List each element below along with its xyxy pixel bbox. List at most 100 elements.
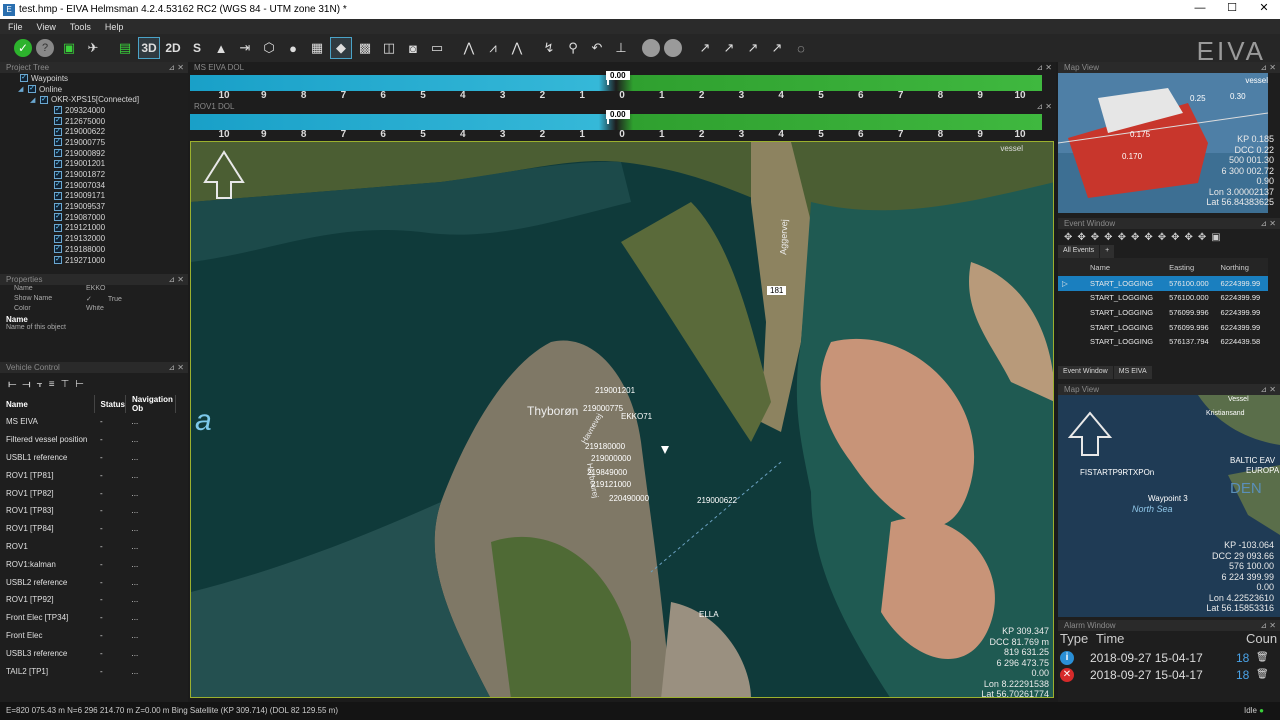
ruler-icon[interactable]: ▭ [426,37,448,59]
checkbox-icon[interactable]: ✓ [54,138,62,147]
col-nav[interactable]: Navigation Ob [125,395,176,413]
maximize-button[interactable]: ☐ [1216,0,1248,19]
checkbox-icon[interactable]: ✓ [54,223,62,232]
vehicle-row[interactable]: ROV1 [TP81] -... [0,466,176,484]
map-target-label[interactable]: EKKO71 [621,412,652,421]
tree-connection[interactable]: ◢ ✓ OKR-XPS15[Connected] [0,94,188,105]
line-tool4-icon[interactable]: ↗ [766,37,788,59]
map-target-label[interactable]: 219180000 [585,442,625,451]
north-up-icon[interactable]: ▲ [210,37,232,59]
tab-ms-eiva[interactable]: MS EIVA [1113,366,1152,379]
stop-icon[interactable] [664,39,682,57]
vehicle-row[interactable]: USBL1 reference -... [0,449,176,467]
camera-icon[interactable]: ◙ [402,37,424,59]
lock-icon[interactable]: ▣ [1211,232,1220,243]
main-map-view[interactable]: vessel Thyborøn Aggervej 181 Havnevej Ha… [190,141,1054,698]
vehicle-tool4-icon[interactable]: ≡ [49,379,55,390]
view-2d-button[interactable]: 2D [162,37,184,59]
vehicle-row[interactable]: MS EIVA -... [0,413,176,431]
line-tool-icon[interactable]: ↗ [694,37,716,59]
vehicle-row[interactable]: USBL2 reference -... [0,573,176,591]
event-tool-icon[interactable]: ✥ [1104,232,1112,243]
event-row[interactable]: ▷ START_LOGGING 576100.000 6224399.99 [1058,276,1268,291]
vehicle-nav-button[interactable]: ... [126,520,176,538]
view-3d-button[interactable]: 3D [138,37,160,59]
vehicle-nav-button[interactable]: ... [126,413,176,431]
menu-view[interactable]: View [37,22,56,32]
checkbox-icon[interactable]: ✓ [54,234,62,243]
map-view-overview[interactable]: Map View ⊿ ✕ Vessel Kristiansand FISTARTP… [1058,384,1280,618]
checkbox-icon[interactable]: ✓ [54,256,62,265]
tab-add[interactable]: + [1100,245,1115,258]
tree-target-item[interactable]: ✓ 219001201 [0,159,188,170]
vehicle-nav-button[interactable]: ... [126,609,176,627]
vehicle-row[interactable]: ROV1 [TP83] -... [0,502,176,520]
minimize-button[interactable]: — [1184,0,1216,19]
checkbox-icon[interactable]: ✓ [54,202,62,211]
map-view-3d[interactable]: Map View ⊿ ✕ vessel 0.175 0.170 0.25 0.30… [1057,62,1280,214]
tree-target-item[interactable]: ✓ 219121000 [0,223,188,234]
event-row[interactable]: START_LOGGING 576137.794 6224439.58 [1058,334,1268,349]
alarm-row[interactable]: ✕ 2018-09-27 15-04-17 18 🗑 [1058,666,1280,683]
vehicle-nav-button[interactable]: ... [126,484,176,502]
map-target-label[interactable]: 219121000 [591,480,631,489]
event-tool-icon[interactable]: ✥ [1118,232,1126,243]
checkbox-icon[interactable]: ✓ [54,191,62,200]
vehicle-nav-button[interactable]: ... [126,555,176,573]
vehicle-nav-button[interactable]: ... [126,573,176,591]
map-target-label[interactable]: 219000775 [583,404,623,413]
vehicle-nav-button[interactable]: ... [126,431,176,449]
event-tool-icon[interactable]: ✥ [1185,232,1193,243]
event-tool-icon[interactable]: ✥ [1091,232,1099,243]
checkbox-icon[interactable]: ✓ [54,127,62,136]
turn-icon[interactable]: ↶ [586,37,608,59]
menu-help[interactable]: Help [105,22,124,32]
trash-icon[interactable]: 🗑 [1256,652,1269,663]
satellite-icon[interactable]: ✈ [82,37,104,59]
tree-target-item[interactable]: ✓ 209324000 [0,105,188,116]
waypoint-icon[interactable]: ⚲ [562,37,584,59]
map-target-label[interactable]: 219000622 [697,496,737,505]
checkbox-icon[interactable]: ✓ [54,170,62,179]
chart-icon[interactable]: ◫ [378,37,400,59]
tree-target-item[interactable]: ✓ 219271000 [0,255,188,266]
vehicle-row[interactable]: TAIL2 [TP1] -... [0,662,176,680]
event-tool-icon[interactable]: ✥ [1198,232,1206,243]
checkbox-icon[interactable]: ✓ [54,149,62,158]
col-alarm-count[interactable]: Coun [1246,631,1277,649]
col-status[interactable]: Status [94,395,127,413]
prop-name-row[interactable]: Name EKKO [0,285,188,295]
menu-file[interactable]: File [8,22,23,32]
vehicle-row[interactable]: Front Elec [TP34] -... [0,609,176,627]
tab-all-events[interactable]: All Events [1058,245,1100,258]
vehicle-tool3-icon[interactable]: ⫟ [37,379,43,390]
map-target-label[interactable]: 219001201 [595,386,635,395]
event-tool-icon[interactable]: ✥ [1144,232,1152,243]
cube-icon[interactable]: ⬡ [258,37,280,59]
mb-icon[interactable]: ▣ [58,37,80,59]
vehicle-row[interactable]: ROV1 -... [0,538,176,556]
tree-target-item[interactable]: ✓ 219132000 [0,233,188,244]
tree-target-item[interactable]: ✓ 219009171 [0,191,188,202]
vehicle-nav-button[interactable]: ... [126,502,176,520]
vehicle-row[interactable]: USBL3 reference -... [0,644,176,662]
map-target-label[interactable]: 219000000 [591,454,631,463]
checkbox-icon[interactable]: ✓ [54,181,62,190]
event-tool-icon[interactable]: ✥ [1064,232,1072,243]
vehicle-tool2-icon[interactable]: ⟞ [22,379,30,390]
event-tool-icon[interactable]: ✥ [1131,232,1139,243]
col-event-name[interactable]: Name [1086,258,1166,276]
vehicle-row[interactable]: Front Elec -... [0,627,176,645]
survey-icon[interactable]: ⊥ [610,37,632,59]
tree-target-item[interactable]: ✓ 219188000 [0,244,188,255]
grid-icon[interactable]: ▦ [306,37,328,59]
tree-target-item[interactable]: ✓ 219087000 [0,212,188,223]
close-button[interactable]: ✕ [1248,0,1280,19]
vehicle-row[interactable]: ROV1 [TP82] -... [0,484,176,502]
tree-target-item[interactable]: ✓ 219000892 [0,148,188,159]
vehicle-nav-button[interactable]: ... [126,662,176,680]
tree-waypoints[interactable]: ✓ Waypoints [0,73,188,84]
col-alarm-type[interactable]: Type [1060,631,1096,649]
vehicle-nav-button[interactable]: ... [126,466,176,484]
vehicle-row[interactable]: Filtered vessel position -... [0,431,176,449]
